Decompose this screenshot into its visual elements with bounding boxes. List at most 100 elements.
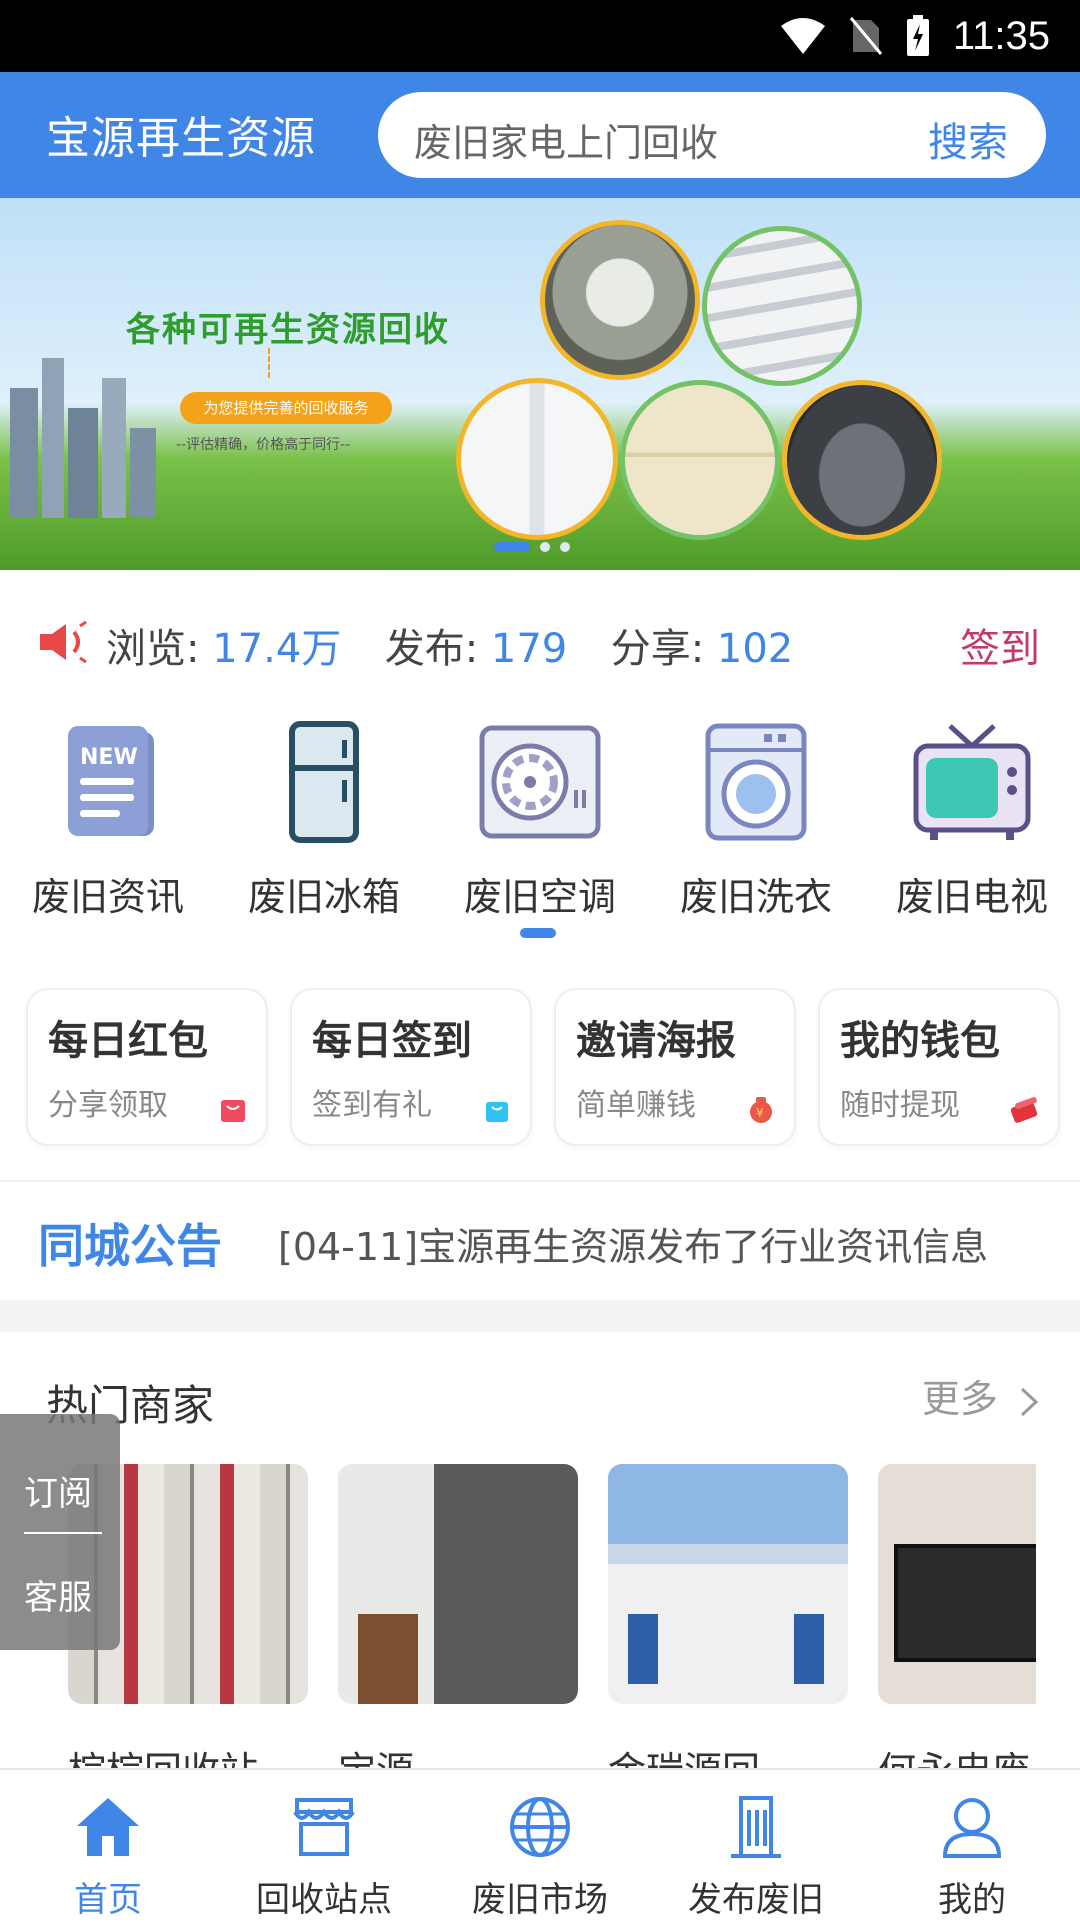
battery-icon (906, 15, 929, 56)
tab-label: 废旧市场 (472, 1880, 608, 1920)
more-label: 更多 (921, 1377, 998, 1421)
home-icon (77, 1798, 139, 1856)
card-title: 我的钱包 (840, 1018, 1000, 1064)
speaker-icon (40, 620, 87, 664)
category-label: 废旧冰箱 (247, 875, 400, 919)
city-announcement[interactable]: 同城公告 [04-11]宝源再生资源发布了行业资讯信息 (0, 1182, 1080, 1300)
status-bar: 11:35 (0, 0, 1080, 72)
card-title: 每日签到 (312, 1018, 472, 1064)
stats-text: 浏览: 17.4万 发布: 179 分享: 102 (106, 616, 793, 674)
appliance-photo-car (782, 380, 942, 540)
tv-icon (913, 724, 1031, 840)
chevron-right-icon (1020, 1387, 1039, 1416)
fridge-icon (289, 721, 359, 843)
appliance-photo-fridge (620, 380, 780, 540)
news-icon: NEW (68, 726, 154, 836)
appliance-photo-washer (456, 378, 618, 540)
money-bag-icon: ¥ (750, 1097, 772, 1123)
category-page-indicator (520, 928, 556, 938)
card-my-wallet[interactable]: 我的钱包 随时提现 (818, 988, 1060, 1146)
views-label: 浏览: (106, 626, 200, 672)
banner-dot-3[interactable] (560, 542, 570, 552)
svg-text:NEW: NEW (80, 745, 138, 770)
views-count: 17.4万 (212, 626, 342, 672)
category-label: 废旧洗衣 (679, 875, 832, 919)
door-shape (628, 1614, 658, 1684)
card-subtitle: 简单赚钱 (576, 1088, 696, 1123)
checkin-button[interactable]: 签到 (960, 616, 1040, 674)
merchant-photo-4[interactable] (878, 1464, 1036, 1704)
appliance-photo-monitor (540, 220, 700, 380)
merchant-photo-2[interactable] (338, 1464, 578, 1704)
appliance-photo-ac (702, 226, 862, 386)
section-gap (0, 1300, 1080, 1332)
card-title: 邀请海报 (576, 1018, 736, 1064)
air-conditioner-icon (479, 725, 601, 839)
top-header: 宝源再生资源 废旧家电上门回收 搜索 (0, 72, 1080, 198)
card-title: 每日红包 (48, 1018, 208, 1064)
category-news[interactable]: NEW 废旧资讯 (8, 720, 208, 921)
clock: 11:35 (952, 13, 1050, 58)
tab-label: 我的 (938, 1880, 1006, 1920)
posts-label: 发布: (384, 626, 479, 672)
tab-home[interactable]: 首页 (0, 1792, 216, 1921)
no-sim-icon (849, 17, 883, 55)
city-skyline-illustration (10, 358, 156, 518)
merchant-photo-3[interactable] (608, 1464, 848, 1704)
wallet-icon (1010, 1096, 1038, 1123)
category-washing-machine[interactable]: 废旧洗衣 (656, 720, 856, 921)
furniture-shape (358, 1614, 418, 1704)
card-subtitle: 签到有礼 (312, 1088, 432, 1123)
banner-slogan: --评估精确，价格高于同行-- (176, 437, 351, 453)
store-icon (293, 1798, 355, 1856)
stats-row: 浏览: 17.4万 发布: 179 分享: 102 签到 (0, 600, 1080, 680)
announcement-message[interactable]: [04-11]宝源再生资源发布了行业资讯信息 (278, 1216, 988, 1271)
category-air-conditioner[interactable]: 废旧空调 (440, 720, 640, 921)
globe-icon (510, 1797, 570, 1857)
card-daily-redpacket[interactable]: 每日红包 分享领取 (26, 988, 268, 1146)
brand-title: 宝源再生资源 (46, 113, 316, 164)
banner-headline: 各种可再生资源回收 (126, 310, 450, 350)
shares-label: 分享: (610, 626, 705, 672)
wifi-icon (780, 18, 825, 54)
search-button[interactable]: 搜索 (928, 110, 1008, 168)
red-bag-icon (221, 1100, 245, 1122)
bottom-tab-bar: 首页 回收站点 废旧市场 发布废旧 我的 (0, 1768, 1080, 1922)
tab-recycle-stations[interactable]: 回收站点 (216, 1792, 432, 1921)
building-icon (731, 1796, 781, 1858)
customer-service-button[interactable]: 客服 (24, 1570, 92, 1619)
floating-side-tab: 订阅 客服 (0, 1414, 120, 1650)
side-tab-divider (24, 1532, 102, 1534)
category-tv[interactable]: 废旧电视 (872, 720, 1072, 921)
subscribe-button[interactable]: 订阅 (24, 1466, 92, 1515)
banner-tagline: 为您提供完善的回收服务 (180, 392, 392, 424)
banner-pagination (494, 542, 570, 552)
roof-shape (608, 1544, 848, 1564)
category-label: 废旧空调 (463, 875, 616, 919)
tab-publish[interactable]: 发布废旧 (648, 1792, 864, 1921)
tab-market[interactable]: 废旧市场 (432, 1792, 648, 1921)
svg-text:¥: ¥ (756, 1106, 764, 1120)
search-input[interactable]: 废旧家电上门回收 (414, 112, 718, 167)
banner-dot-1[interactable] (494, 542, 530, 552)
search-bar[interactable]: 废旧家电上门回收 搜索 (378, 92, 1046, 178)
category-fridge[interactable]: 废旧冰箱 (224, 720, 424, 921)
category-nav: NEW 废旧资讯 废旧冰箱 废旧空调 废旧洗衣 废旧电视 (0, 720, 1080, 920)
banner-dot-2[interactable] (540, 542, 550, 552)
card-daily-checkin[interactable]: 每日签到 签到有礼 (290, 988, 532, 1146)
category-label: 废旧资讯 (31, 875, 184, 919)
door-shape (794, 1614, 824, 1684)
promo-banner[interactable]: 各种可再生资源回收 为您提供完善的回收服务 --评估精确，价格高于同行-- (0, 198, 1080, 570)
tab-label: 发布废旧 (688, 1880, 824, 1920)
tab-mine[interactable]: 我的 (864, 1792, 1080, 1921)
announcement-tag: 同城公告 (38, 1219, 222, 1273)
gift-bag-icon (486, 1102, 508, 1122)
shares-count: 102 (716, 626, 794, 672)
card-invite-poster[interactable]: 邀请海报 简单赚钱 ¥ (554, 988, 796, 1146)
banner-divider (268, 348, 272, 378)
hot-merchants-more[interactable]: 更多 (922, 1368, 1040, 1423)
user-icon (942, 1798, 1002, 1858)
card-subtitle: 分享领取 (48, 1088, 168, 1123)
category-label: 废旧电视 (895, 875, 1048, 919)
screen-shape (894, 1544, 1036, 1662)
